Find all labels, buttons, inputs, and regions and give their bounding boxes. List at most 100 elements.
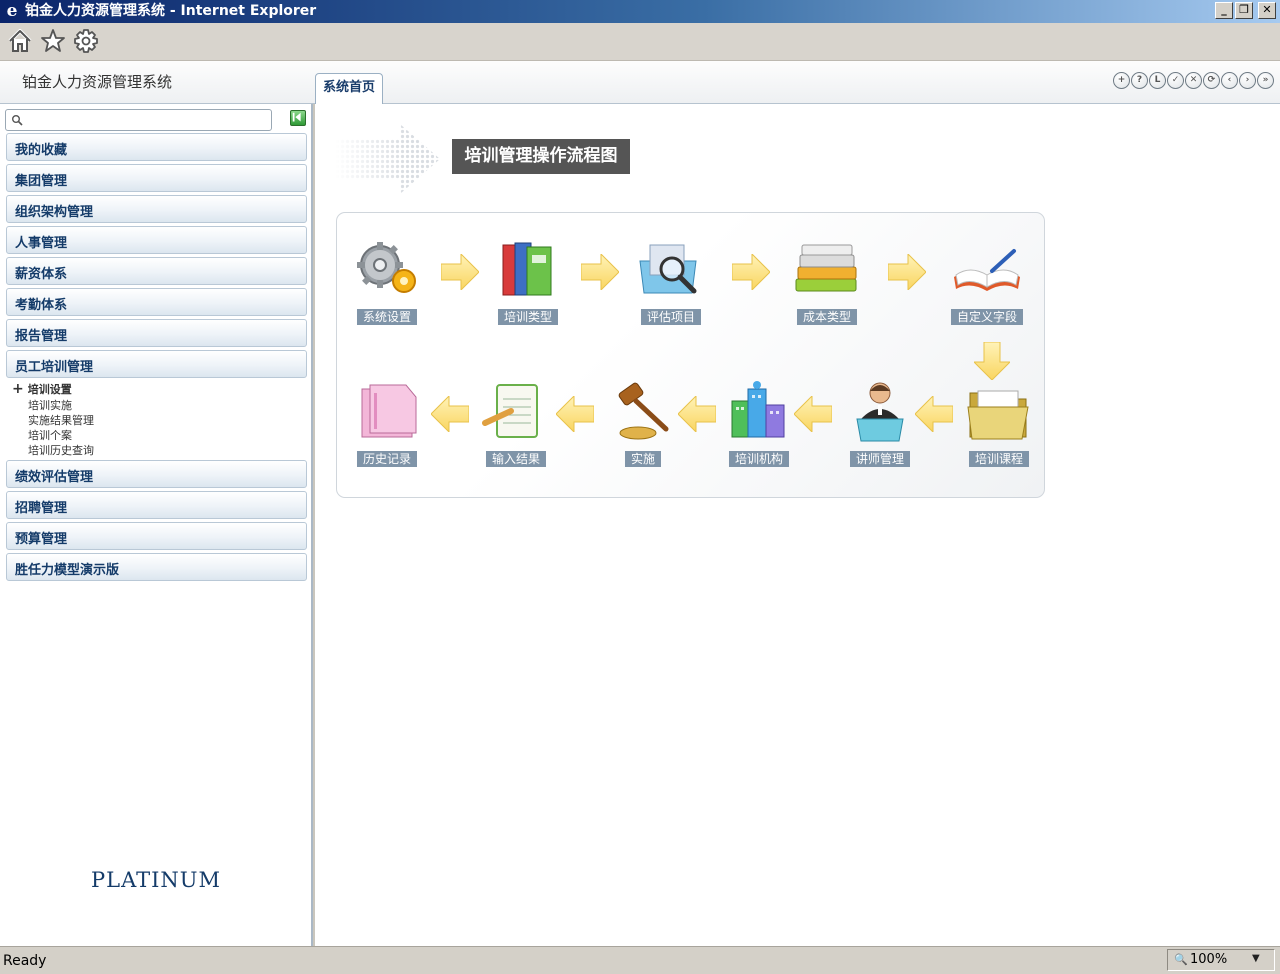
submenu-item[interactable]: 培训实施 (28, 397, 72, 413)
refresh-icon[interactable]: ⟳ (1203, 72, 1220, 89)
tools-gear-icon[interactable] (72, 26, 100, 56)
favorites-star-icon[interactable] (39, 26, 67, 56)
flow-arrow-down-icon (974, 342, 1010, 380)
browser-title-bar: e 铂金人力资源管理系统 - Internet Explorer _ ❐ ✕ (0, 0, 1280, 23)
flow-node-label: 历史记录 (356, 451, 418, 467)
flow-arrow-right-icon (732, 254, 770, 290)
close-button[interactable]: ✕ (1258, 2, 1276, 19)
flow-node-label: 培训类型 (497, 309, 559, 325)
back-icon[interactable]: ‹ (1221, 72, 1238, 89)
add-icon[interactable]: + (1113, 72, 1130, 89)
gavel-icon (618, 382, 669, 440)
search-icon (12, 115, 23, 126)
flow-node-label: 输入结果 (485, 451, 547, 467)
menu-item-label: 组织架构管理 (15, 205, 94, 220)
menu-item-label: 考勤体系 (15, 298, 68, 313)
flowchart-panel: 系统设置 培训类型 评估项目 成本类型 自定义字段 培训课程 讲师管理 培训机构… (336, 212, 1045, 498)
flow-arrow-left-icon (915, 396, 953, 432)
menu-item-personnel[interactable]: 人事管理 (6, 226, 307, 254)
flow-arrow-right-icon (441, 254, 479, 290)
app-title: 铂金人力资源管理系统 (22, 73, 173, 91)
banner-arrow-decoration (335, 124, 440, 194)
menu-item-label: 报告管理 (15, 329, 68, 344)
main-content: 培训管理操作流程图 系统设置 培训类型 评估项目 成本类型 自定义字段 培训课程… (315, 104, 1280, 946)
menu-item-label: 员工培训管理 (15, 360, 94, 375)
zoom-dropdown-icon[interactable]: ▼ (1252, 953, 1260, 964)
flow-node-label: 系统设置 (356, 309, 418, 325)
sidebar: 我的收藏 集团管理 组织架构管理 人事管理 薪资体系 考勤体系 报告管理 员工培… (0, 104, 313, 946)
login-icon[interactable]: L (1149, 72, 1166, 89)
submenu-item[interactable]: 培训个案 (28, 427, 72, 443)
status-bar: Ready 🔍 100% ▼ (0, 946, 1280, 974)
submenu-training-settings[interactable]: + 培训设置 (12, 381, 72, 397)
nav-menu: 我的收藏 集团管理 组织架构管理 人事管理 薪资体系 考勤体系 报告管理 员工培… (6, 133, 307, 584)
menu-item-favorites[interactable]: 我的收藏 (6, 133, 307, 161)
flow-node-label: 评估项目 (640, 309, 702, 325)
expand-down-icon[interactable]: » (1257, 72, 1274, 89)
menu-item-group[interactable]: 集团管理 (6, 164, 307, 192)
menu-item-competency[interactable]: 胜任力模型演示版 (6, 553, 307, 581)
flow-arrow-left-icon (556, 396, 594, 432)
menu-item-label: 绩效评估管理 (15, 470, 94, 485)
logout-icon[interactable]: ✕ (1185, 72, 1202, 89)
menu-item-label: 预算管理 (15, 532, 68, 547)
search-input[interactable] (26, 112, 266, 128)
zoom-control[interactable]: 🔍 100% ▼ (1167, 949, 1275, 971)
flow-arrow-left-icon (794, 396, 832, 432)
browser-toolbar (0, 23, 1280, 61)
header-toolbar: + ? L ✓ ✕ ⟳ ‹ › » (1113, 72, 1274, 89)
open-book-icon (954, 249, 1020, 291)
menu-item-org-structure[interactable]: 组织架构管理 (6, 195, 307, 223)
flow-node-label: 培训机构 (728, 451, 790, 467)
lecturer-icon (856, 382, 904, 442)
help-icon[interactable]: ? (1131, 72, 1148, 89)
menu-item-label: 集团管理 (15, 174, 68, 189)
expand-plus-icon: + (12, 381, 24, 397)
flow-node-label: 实施 (624, 451, 662, 467)
flow-node-label: 讲师管理 (849, 451, 911, 467)
restore-button[interactable]: ❐ (1235, 2, 1253, 19)
status-text: Ready (3, 953, 47, 969)
flow-node-label: 培训课程 (968, 451, 1030, 467)
pink-folder-icon (361, 384, 417, 438)
home-icon[interactable] (6, 26, 34, 56)
zoom-magnifier-icon: 🔍 (1174, 953, 1188, 966)
notepad-icon (482, 384, 538, 438)
zoom-level: 100% (1190, 952, 1228, 967)
books-stack-icon (795, 244, 857, 292)
window-title: 铂金人力资源管理系统 - Internet Explorer (25, 3, 317, 19)
menu-item-budget[interactable]: 预算管理 (6, 522, 307, 550)
platinum-logo: PLATINUM (91, 868, 221, 892)
collapse-left-icon (292, 112, 301, 122)
menu-item-salary[interactable]: 薪资体系 (6, 257, 307, 285)
menu-item-label: 人事管理 (15, 236, 68, 251)
training-submenu: + 培训设置 培训实施 实施结果管理 培训个案 培训历史查询 (6, 380, 307, 458)
magnifier-folder-icon (639, 244, 697, 294)
menu-item-training[interactable]: 员工培训管理 (6, 350, 307, 378)
buildings-icon (731, 381, 785, 438)
app-header: 铂金人力资源管理系统 系统首页 + ? L ✓ ✕ ⟳ ‹ › » (0, 61, 1280, 104)
flow-arrow-right-icon (888, 254, 926, 290)
collapse-sidebar-button[interactable] (290, 110, 306, 126)
menu-item-label: 胜任力模型演示版 (15, 563, 120, 578)
submenu-item[interactable]: 实施结果管理 (28, 412, 94, 428)
flow-node-label: 自定义字段 (950, 309, 1024, 325)
confirm-icon[interactable]: ✓ (1167, 72, 1184, 89)
minimize-button[interactable]: _ (1215, 2, 1233, 19)
folder-icon (967, 390, 1029, 440)
forward-icon[interactable]: › (1239, 72, 1256, 89)
menu-item-attendance[interactable]: 考勤体系 (6, 288, 307, 316)
menu-item-recruitment[interactable]: 招聘管理 (6, 491, 307, 519)
menu-item-label: 我的收藏 (15, 143, 68, 158)
tab-system-home[interactable]: 系统首页 (315, 73, 383, 104)
menu-item-reports[interactable]: 报告管理 (6, 319, 307, 347)
flow-arrow-left-icon (431, 396, 469, 432)
flow-arrow-left-icon (678, 396, 716, 432)
submenu-item[interactable]: 培训历史查询 (28, 442, 94, 458)
ie-logo-icon: e (6, 1, 18, 21)
menu-item-label: 招聘管理 (15, 501, 68, 516)
window-controls: _ ❐ ✕ (1215, 2, 1276, 19)
binders-icon (502, 242, 552, 296)
flow-node-label: 成本类型 (796, 309, 858, 325)
menu-item-performance[interactable]: 绩效评估管理 (6, 460, 307, 488)
